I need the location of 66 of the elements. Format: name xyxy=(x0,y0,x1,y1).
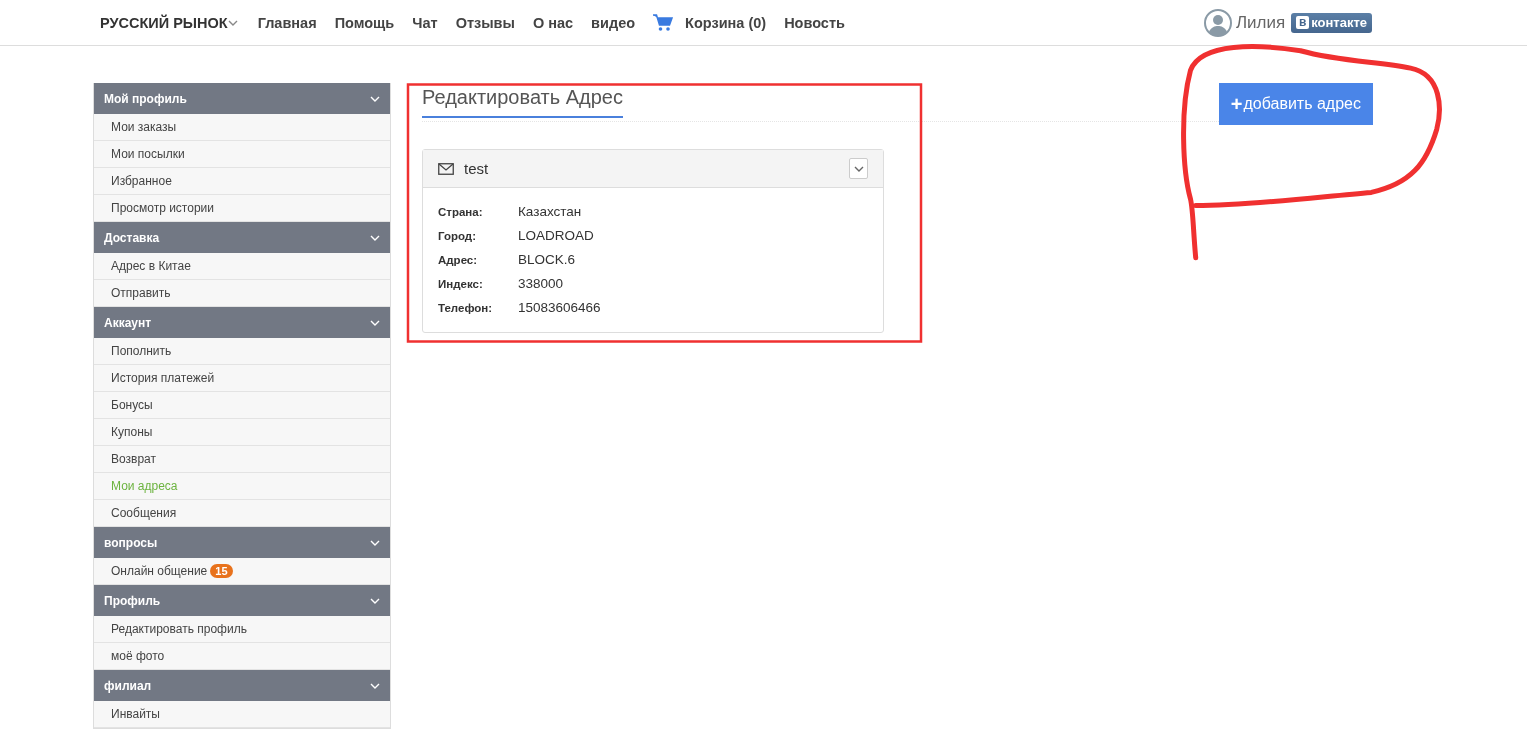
chevron-down-icon xyxy=(370,539,380,546)
chevron-down-icon xyxy=(370,682,380,689)
cart-link[interactable]: Корзина (0) xyxy=(653,13,767,32)
field-value: Казахстан xyxy=(518,203,583,221)
sidebar-item[interactable]: Избранное xyxy=(94,168,390,195)
field-value: LOADROAD xyxy=(518,227,595,245)
chevron-down-icon xyxy=(370,319,380,326)
dropdown-toggle[interactable] xyxy=(849,158,868,179)
sidebar-item[interactable]: моё фото xyxy=(94,643,390,670)
chevron-down-icon xyxy=(370,597,380,604)
add-address-button[interactable]: +добавить адрес xyxy=(1218,83,1373,125)
section-title: филиал xyxy=(104,678,152,693)
section-title: Мой профиль xyxy=(104,91,187,106)
sidebar-section-header[interactable]: Доставка xyxy=(94,222,390,253)
sidebar-item[interactable]: Редактировать профиль xyxy=(94,616,390,643)
sidebar-section-header[interactable]: Профиль xyxy=(94,585,390,616)
sidebar-item[interactable]: Купоны xyxy=(94,419,390,446)
field-value: 15083606466 xyxy=(518,299,602,317)
field-label: Страна: xyxy=(438,205,484,220)
nav-link[interactable]: видео xyxy=(591,14,636,31)
field-value: BLOCK.6 xyxy=(518,251,577,269)
chevron-down-icon xyxy=(370,95,380,102)
sidebar-item[interactable]: Мои заказы xyxy=(94,114,390,141)
count-badge: 15 xyxy=(210,564,233,578)
brand-link[interactable]: РУССКИЙ РЫНОК xyxy=(100,14,238,31)
field-label: Индекс: xyxy=(438,277,484,292)
sidebar-item[interactable]: Просмотр истории xyxy=(94,195,390,222)
section-title: Аккаунт xyxy=(104,315,152,330)
sidebar-section-header[interactable]: Аккаунт xyxy=(94,307,390,338)
field-value: 338000 xyxy=(518,275,565,293)
user-name: Лилия xyxy=(1235,12,1286,33)
caret-icon xyxy=(227,19,238,26)
nav-link[interactable]: Отзывы xyxy=(455,14,515,31)
sidebar-item[interactable]: Сообщения xyxy=(94,500,390,527)
sidebar-section-header[interactable]: Мой профиль xyxy=(94,83,390,114)
sidebar-section-header[interactable]: вопросы xyxy=(94,527,390,558)
nav-link[interactable]: Чат xyxy=(412,14,438,31)
item-label: Онлайн общение xyxy=(111,564,208,578)
field-label: Телефон: xyxy=(438,301,494,316)
sidebar-item[interactable]: Мои посылки xyxy=(94,141,390,168)
cart-icon xyxy=(653,13,674,32)
nav-link[interactable]: Помощь xyxy=(334,14,395,31)
sidebar-item[interactable]: Отправить xyxy=(94,280,390,307)
sidebar-item[interactable]: История платежей xyxy=(94,365,390,392)
sidebar-item[interactable]: Пополнить xyxy=(94,338,390,365)
section-title: Профиль xyxy=(104,593,161,608)
chevron-down-icon xyxy=(853,165,864,172)
field-label: Адрес: xyxy=(438,253,479,268)
chevron-down-icon xyxy=(370,234,380,241)
vk-login-button[interactable]: в контакте xyxy=(1291,12,1372,33)
sidebar-item[interactable]: Возврат xyxy=(94,446,390,473)
sidebar-item[interactable]: Адрес в Китае xyxy=(94,253,390,280)
sidebar-item[interactable]: Онлайн общение 15 xyxy=(94,558,390,585)
section-title: Доставка xyxy=(104,230,160,245)
sidebar-item[interactable]: Инвайты xyxy=(94,701,390,728)
nav-link[interactable]: О нас xyxy=(532,14,574,31)
sidebar-item[interactable]: Бонусы xyxy=(94,392,390,419)
avatar-icon xyxy=(1203,8,1232,37)
section-title: вопросы xyxy=(104,535,158,550)
nav-link[interactable]: Главная xyxy=(257,14,317,31)
address-name: test xyxy=(464,160,490,177)
envelope-icon xyxy=(438,162,454,175)
sidebar-section-header[interactable]: филиал xyxy=(94,670,390,701)
field-label: Город: xyxy=(438,229,477,244)
nav-link[interactable]: Новость xyxy=(784,14,845,31)
page-title: Редактировать Адрес xyxy=(422,83,623,118)
